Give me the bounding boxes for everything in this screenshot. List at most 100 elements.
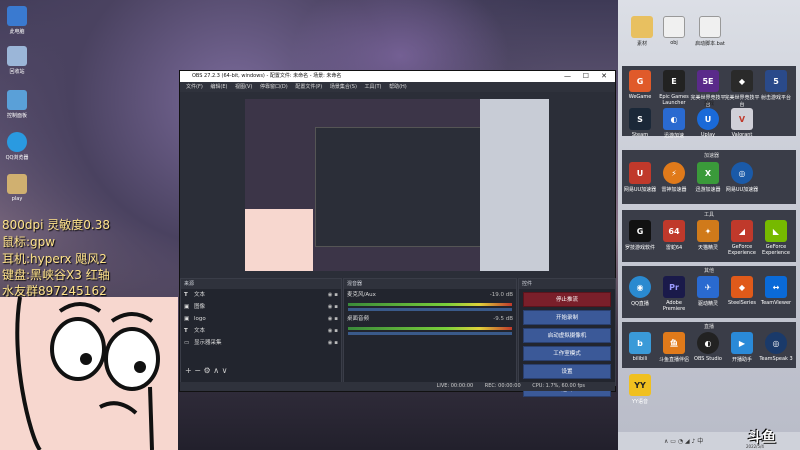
accelerator-icon: ◐ bbox=[663, 108, 685, 130]
menu-file[interactable]: 文件(F) bbox=[186, 84, 203, 90]
minimize-icon[interactable]: — bbox=[564, 71, 571, 82]
close-icon[interactable]: ✕ bbox=[601, 71, 607, 82]
desktop-icon-play[interactable]: play bbox=[0, 174, 34, 202]
obs-window[interactable]: OBS 27.2.3 (64-bit, windows) - 配置文件: 未命名… bbox=[179, 70, 616, 397]
app-icon[interactable]: ◎ 网易UU加速器 bbox=[724, 162, 760, 193]
app-icon[interactable]: E Epic Games Launcher bbox=[656, 70, 692, 106]
down-icon[interactable]: ∨ bbox=[222, 366, 228, 375]
douyu-icon: 鱼 bbox=[663, 332, 685, 354]
app-icon[interactable]: ◆ 完美世界竞技平台 bbox=[724, 70, 760, 108]
app-icon[interactable]: ✈ 驱动精灵 bbox=[690, 276, 726, 307]
remove-icon[interactable]: − bbox=[194, 366, 201, 375]
tray-icons[interactable]: ∧ ▭ ◔ ◢ ♪ 中 bbox=[664, 436, 703, 445]
menu-help[interactable]: 帮助(H) bbox=[389, 84, 407, 90]
app-icon[interactable]: Pr Adobe Premiere bbox=[656, 276, 692, 312]
obs-preview[interactable] bbox=[245, 99, 549, 271]
desktop-icon-label: 此电脑 bbox=[9, 29, 25, 35]
stop-streaming-button[interactable]: 停止推流 bbox=[523, 292, 611, 307]
app-icon[interactable]: ◎ TeamSpeak 3 bbox=[758, 332, 794, 362]
app-icon[interactable]: ◐ 迅游加速 bbox=[656, 108, 692, 139]
obs-titlebar[interactable]: OBS 27.2.3 (64-bit, windows) - 配置文件: 未命名… bbox=[180, 71, 615, 82]
app-icon[interactable]: ◐ OBS Studio bbox=[690, 332, 726, 362]
source-name: 文本 bbox=[194, 292, 206, 298]
app-icon[interactable]: YY YY语音 bbox=[622, 374, 658, 405]
app-label: Epic Games Launcher bbox=[659, 94, 689, 106]
virtual-camera-button[interactable]: 启动虚拟摄像机 bbox=[523, 328, 611, 343]
app-icon[interactable]: G WeGame bbox=[622, 70, 658, 100]
source-item[interactable]: ▭ 显示器采集 ◉ ▪ bbox=[181, 337, 341, 349]
menu-profile[interactable]: 配置文件(P) bbox=[295, 84, 322, 90]
start-recording-button[interactable]: 开始录制 bbox=[523, 310, 611, 325]
app-icon[interactable]: ◢ GeForce Experience bbox=[724, 220, 760, 256]
app-icon[interactable]: G 罗技游戏软件 bbox=[622, 220, 658, 251]
source-item[interactable]: ▣ logo ◉ ▪ bbox=[181, 313, 341, 325]
app-icon[interactable]: S Steam bbox=[622, 108, 658, 138]
app-label: YY语音 bbox=[631, 399, 649, 405]
visibility-icon[interactable]: ◉ ▪ bbox=[328, 301, 338, 313]
source-item[interactable]: ▣ 图像 ◉ ▪ bbox=[181, 301, 341, 313]
nested-facecam bbox=[245, 209, 313, 271]
perfect-world-icon: ◆ bbox=[731, 70, 753, 92]
app-icon[interactable]: U 网易UU加速器 bbox=[622, 162, 658, 193]
app-icon[interactable]: ↔ TeamViewer bbox=[758, 276, 794, 306]
mixer-track: 桌面音频 -9.5 dB bbox=[344, 313, 516, 325]
file-icon[interactable]: obj bbox=[656, 16, 692, 46]
file-icon[interactable]: 启动脚本.bat bbox=[692, 16, 728, 47]
script-icon bbox=[699, 16, 721, 38]
menu-scene-collection[interactable]: 场景集合(S) bbox=[330, 84, 357, 90]
geforce-icon: ◢ bbox=[731, 220, 753, 242]
file-icon[interactable]: 素材 bbox=[624, 16, 660, 47]
desktop-icon-control-panel[interactable]: 控制面板 bbox=[0, 90, 34, 119]
app-icon[interactable]: ◉ QQ直播 bbox=[622, 276, 658, 307]
menu-docks[interactable]: 停靠窗口(D) bbox=[260, 84, 288, 90]
app-icon[interactable]: ✦ 天猫精灵 bbox=[690, 220, 726, 251]
app-label: 雷蛇64 bbox=[665, 245, 683, 251]
source-item[interactable]: T 文本 ◉ ▪ bbox=[181, 325, 341, 337]
app-label: SteelSeries bbox=[727, 300, 757, 306]
controls-panel: 控件 停止推流 开始录制 启动虚拟摄像机 工作室模式 设置 退出 bbox=[518, 278, 616, 397]
settings-button[interactable]: 设置 bbox=[523, 364, 611, 379]
visibility-icon[interactable]: ◉ ▪ bbox=[328, 313, 338, 325]
visibility-icon[interactable]: ◉ ▪ bbox=[328, 289, 338, 301]
app-icon[interactable]: 鱼斗鱼直播伴侣 bbox=[656, 332, 692, 363]
app-icon[interactable]: 5 射击游戏平台 bbox=[758, 70, 794, 101]
volume-slider[interactable] bbox=[348, 332, 512, 335]
maximize-icon[interactable]: ☐ bbox=[583, 71, 589, 82]
app-icon[interactable]: ▶ 开播助手 bbox=[724, 332, 760, 363]
desktop-icon-recycle-bin[interactable]: 回收站 bbox=[0, 46, 34, 75]
thunder-icon: ⚡ bbox=[663, 162, 685, 184]
file-label: 启动脚本.bat bbox=[695, 41, 725, 47]
overlay-dpi: 800dpi 灵敏度0.38 bbox=[2, 218, 111, 232]
source-item[interactable]: T 文本 ◉ ▪ bbox=[181, 289, 341, 301]
teamviewer-icon: ↔ bbox=[765, 276, 787, 298]
visibility-icon[interactable]: ◉ ▪ bbox=[328, 337, 338, 349]
visibility-icon[interactable]: ◉ ▪ bbox=[328, 325, 338, 337]
add-icon[interactable]: + bbox=[185, 366, 192, 375]
overlay-mouse: 鼠标:gpw bbox=[2, 235, 56, 249]
yy-icon: YY bbox=[629, 374, 651, 396]
app-icon[interactable]: ◆ SteelSeries bbox=[724, 276, 760, 306]
app-icon[interactable]: V Valorant bbox=[724, 108, 760, 138]
app-icon[interactable]: U Uplay bbox=[690, 108, 726, 138]
app-icon[interactable]: 64 雷蛇64 bbox=[656, 220, 692, 251]
app-icon[interactable]: b bilibili bbox=[622, 332, 658, 362]
app-label: 斗鱼直播伴侣 bbox=[658, 357, 689, 363]
app-icon[interactable]: X 迅游加速器 bbox=[690, 162, 726, 193]
desktop-fences-panel: 文件 素材 obj 启动脚本.bat GWeGame EEpic Games L… bbox=[618, 0, 800, 450]
volume-slider[interactable] bbox=[348, 308, 512, 311]
desktop-icon-browser[interactable]: QQ浏览器 bbox=[0, 132, 34, 161]
menu-edit[interactable]: 编辑(E) bbox=[210, 84, 227, 90]
menu-tools[interactable]: 工具(T) bbox=[365, 84, 382, 90]
app-icon[interactable]: ◣ GeForce Experience bbox=[758, 220, 794, 256]
overlay-keyboard: 键盘:黑峡谷X3 红轴 bbox=[2, 268, 110, 282]
nested-right-panel bbox=[480, 99, 549, 271]
mixer-track-name: 麦克风/Aux bbox=[347, 292, 376, 298]
menu-view[interactable]: 视图(V) bbox=[235, 84, 252, 90]
desktop-icon-this-pc[interactable]: 此电脑 bbox=[0, 6, 34, 35]
up-icon[interactable]: ∧ bbox=[213, 366, 219, 375]
app-icon[interactable]: ⚡ 雷神加速器 bbox=[656, 162, 692, 193]
gear-icon[interactable]: ⚙ bbox=[204, 366, 211, 375]
studio-mode-button[interactable]: 工作室模式 bbox=[523, 346, 611, 361]
app-label: 天猫精灵 bbox=[697, 245, 718, 251]
app-label: 迅游加速 bbox=[663, 133, 684, 139]
